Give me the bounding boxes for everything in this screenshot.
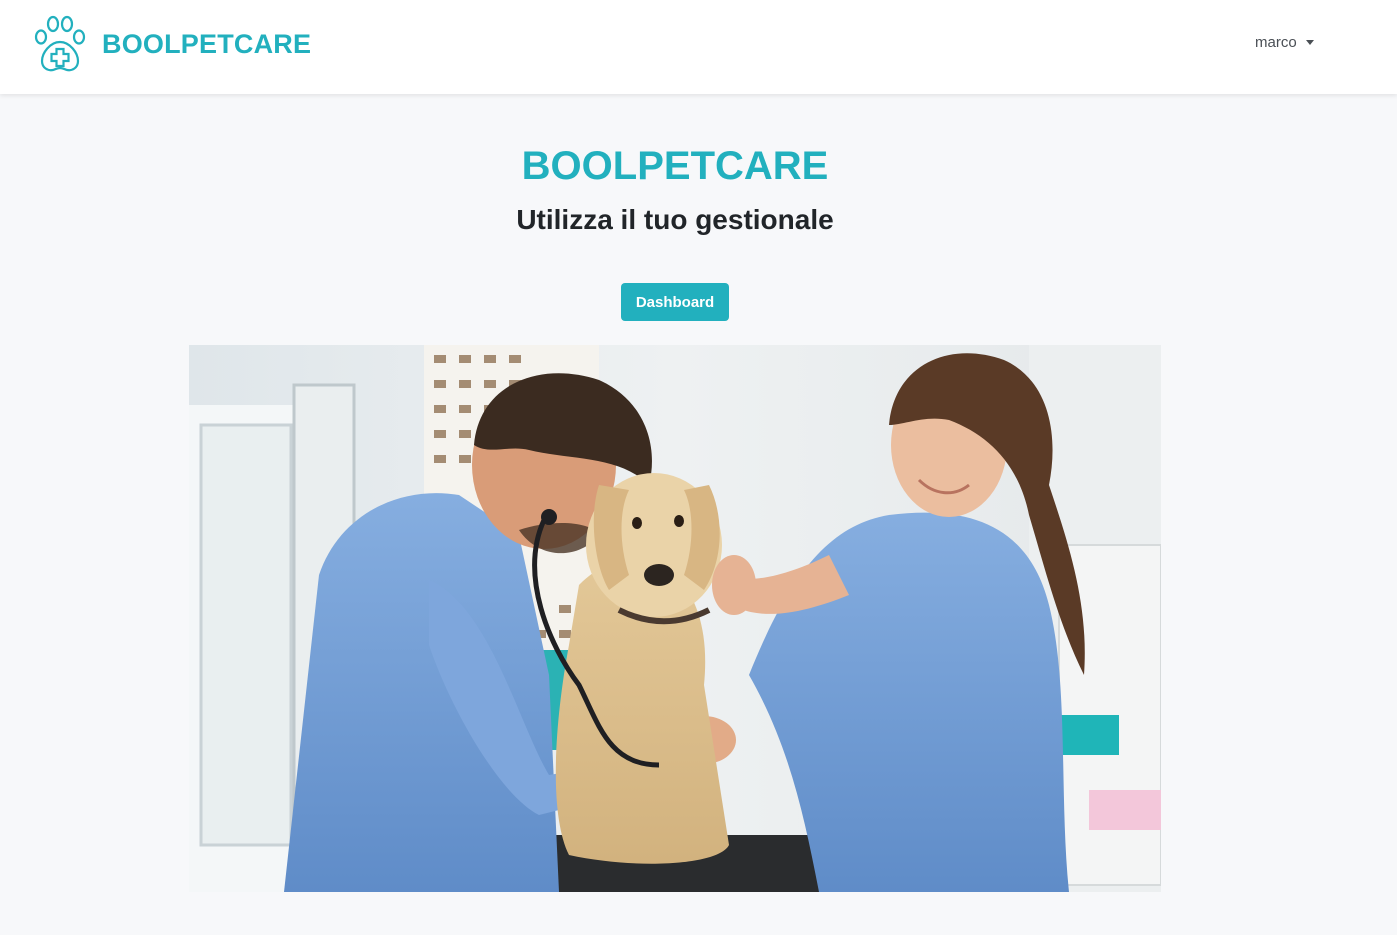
caret-down-icon	[1305, 40, 1314, 45]
top-navbar: BOOLPETCARE marco	[0, 0, 1397, 94]
user-dropdown-toggle[interactable]: marco	[1255, 34, 1314, 51]
page-subtitle: Utilizza il tuo gestionale	[516, 204, 834, 235]
user-name: marco	[1255, 34, 1297, 51]
hero-image-vets-examining-dog	[189, 345, 1161, 892]
veterinary-photo-illustration	[189, 345, 1161, 892]
dashboard-button[interactable]: Dashboard	[621, 283, 729, 321]
paw-medical-cross-icon	[34, 15, 86, 72]
brand-link[interactable]: BOOLPETCARE	[34, 14, 311, 74]
page-title: BOOLPETCARE	[521, 144, 829, 188]
brand-name: BOOLPETCARE	[102, 28, 312, 59]
